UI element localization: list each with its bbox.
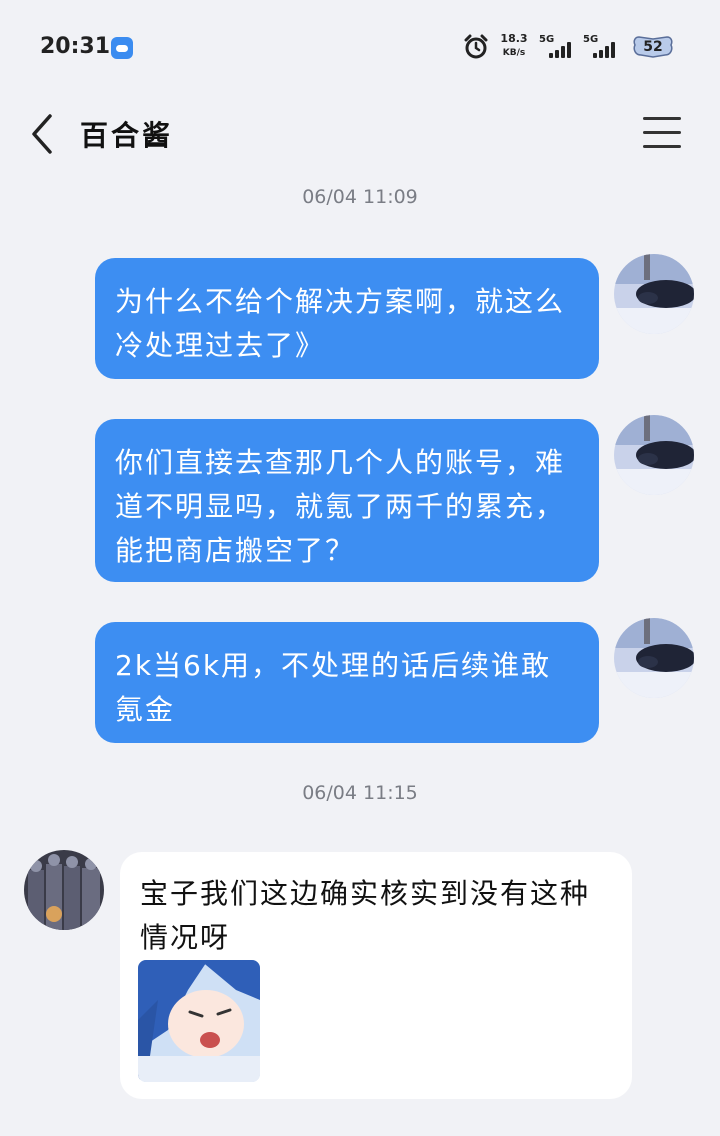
contact-avatar[interactable] (24, 850, 104, 930)
chevron-left-icon (32, 114, 52, 154)
my-avatar[interactable] (614, 415, 694, 495)
sent-message-bubble[interactable]: 2k当6k用，不处理的话后续谁敢氪金 (95, 622, 599, 743)
my-avatar[interactable] (614, 254, 694, 334)
battery-icon: 52 (633, 33, 673, 61)
weather-icon (111, 37, 133, 59)
hamburger-menu-icon (643, 117, 683, 148)
status-bar: 20:31 18.3 KB/s 5G 5G 52 (0, 0, 720, 96)
my-avatar[interactable] (614, 618, 694, 698)
battery-level: 52 (643, 39, 663, 55)
menu-button[interactable] (643, 117, 683, 151)
sent-message-bubble[interactable]: 为什么不给个解决方案啊，就这么冷处理过去了》 (95, 258, 599, 379)
message-text: 为什么不给个解决方案啊，就这么冷处理过去了》 (115, 285, 566, 362)
signal-icon: 5G (539, 34, 573, 60)
signal-icon-2: 5G (583, 34, 617, 60)
status-time: 20:31 (40, 34, 111, 59)
message-text: 宝子我们这边确实核实到没有这种情况呀 (140, 877, 591, 954)
alarm-icon (464, 34, 488, 59)
network-speed: 18.3 KB/s (500, 32, 528, 60)
speed-unit: KB/s (502, 48, 526, 58)
back-button[interactable] (28, 110, 58, 158)
message-text: 2k当6k用，不处理的话后续谁敢氪金 (115, 649, 552, 726)
message-text: 你们直接去查那几个人的账号，难道不明显吗，就氪了两千的累充，能把商店搬空了？ (115, 446, 566, 567)
message-timestamp: 06/04 11:09 (302, 186, 418, 208)
sticker-image[interactable] (138, 960, 260, 1082)
message-timestamp: 06/04 11:15 (302, 782, 418, 804)
sent-message-bubble[interactable]: 你们直接去查那几个人的账号，难道不明显吗，就氪了两千的累充，能把商店搬空了？ (95, 419, 599, 582)
chat-title: 百合酱 (80, 119, 174, 152)
speed-value: 18.3 (500, 32, 528, 45)
received-message-bubble[interactable]: 宝子我们这边确实核实到没有这种情况呀 (120, 852, 632, 1099)
